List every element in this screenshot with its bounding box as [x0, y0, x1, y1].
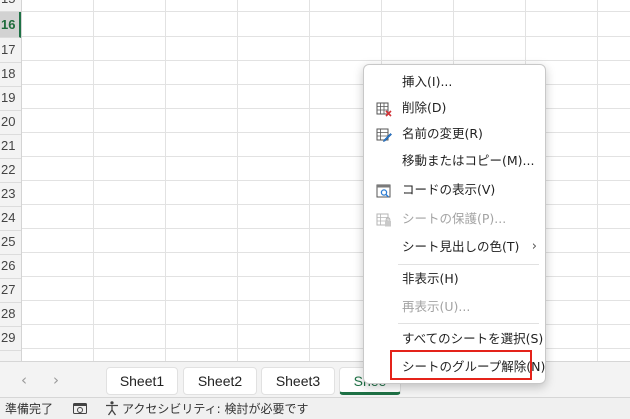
menu-item-move-copy[interactable]: 移動またはコピー(M)... — [368, 148, 543, 174]
scroll-tabs-right-icon[interactable]: › — [46, 370, 66, 390]
menu-item-label: 名前の変更(R) — [402, 126, 483, 141]
row-header-26[interactable]: 26 — [0, 253, 21, 279]
menu-item-label: すべてのシートを選択(S) — [402, 331, 544, 346]
menu-item-label: シート見出しの色(T) — [402, 239, 520, 254]
view-code-icon — [376, 182, 392, 198]
menu-item-tab-color[interactable]: シート見出しの色(T) › — [368, 234, 543, 260]
row-header-22[interactable]: 22 — [0, 157, 21, 183]
menu-item-label: 非表示(H) — [402, 271, 459, 286]
menu-item-insert[interactable]: 挿入(I)... — [368, 69, 543, 95]
row-headers[interactable]: 15 16 17 18 19 20 21 22 23 24 25 26 27 2… — [0, 0, 22, 361]
grid-col-line — [237, 0, 238, 361]
sheet-tab-context-menu: 挿入(I)... 削除(D) 名前の変更(R) 移動またはコピー(M)... コ… — [363, 64, 546, 384]
row-header-18[interactable]: 18 — [0, 61, 21, 87]
menu-item-label: シートのグループ解除(N) — [402, 359, 546, 374]
menu-item-label: 削除(D) — [402, 100, 447, 115]
submenu-chevron-icon: › — [531, 239, 537, 254]
sheet-tab-1[interactable]: Sheet1 — [106, 367, 178, 395]
delete-sheet-icon — [376, 100, 392, 117]
menu-item-delete[interactable]: 削除(D) — [368, 95, 543, 121]
row-header-19[interactable]: 19 — [0, 85, 21, 111]
row-header-27[interactable]: 27 — [0, 277, 21, 303]
row-header-17[interactable]: 17 — [0, 37, 21, 63]
grid-row-line — [22, 60, 630, 61]
macro-record-icon[interactable] — [72, 400, 88, 416]
status-ready: 準備完了 — [5, 402, 54, 416]
menu-item-select-all[interactable]: すべてのシートを選択(S) — [368, 326, 543, 352]
sheet-tab-2[interactable]: Sheet2 — [183, 367, 257, 395]
rename-sheet-icon — [376, 126, 392, 142]
menu-separator — [398, 323, 539, 324]
menu-item-unhide[interactable]: 再表示(U)... — [368, 294, 543, 320]
menu-item-protect[interactable]: シートの保護(P)... — [368, 206, 543, 232]
row-header-29[interactable]: 29 — [0, 325, 21, 351]
row-header-25[interactable]: 25 — [0, 229, 21, 255]
menu-item-label: 移動またはコピー(M)... — [402, 153, 535, 168]
protect-sheet-icon — [376, 211, 392, 227]
row-header-20[interactable]: 20 — [0, 109, 21, 135]
row-header-23[interactable]: 23 — [0, 181, 21, 207]
menu-item-rename[interactable]: 名前の変更(R) — [368, 121, 543, 147]
grid-row-line — [22, 11, 630, 12]
grid-col-line — [309, 0, 310, 361]
menu-item-label: 再表示(U)... — [402, 299, 471, 314]
row-header-21[interactable]: 21 — [0, 133, 21, 159]
scroll-tabs-left-icon[interactable]: ‹ — [14, 370, 34, 390]
menu-item-label: 挿入(I)... — [402, 74, 453, 89]
sheet-tab-3[interactable]: Sheet3 — [261, 367, 335, 395]
grid-col-line — [93, 0, 94, 361]
menu-item-view-code[interactable]: コードの表示(V) — [368, 177, 543, 203]
menu-item-label: コードの表示(V) — [402, 182, 496, 197]
accessibility-icon[interactable] — [104, 400, 120, 416]
menu-item-hide[interactable]: 非表示(H) — [368, 266, 543, 292]
row-header-28[interactable]: 28 — [0, 301, 21, 327]
row-header-15[interactable]: 15 — [0, 0, 21, 12]
menu-item-ungroup[interactable]: シートのグループ解除(N) — [368, 354, 546, 380]
row-header-16[interactable]: 16 — [0, 12, 21, 38]
row-header-24[interactable]: 24 — [0, 205, 21, 231]
menu-separator — [398, 264, 539, 265]
accessibility-status[interactable]: アクセシビリティ: 検討が必要です — [122, 401, 309, 417]
grid-col-line — [597, 0, 598, 361]
status-bar: 準備完了 アクセシビリティ: 検討が必要です — [0, 397, 630, 419]
grid-col-line — [165, 0, 166, 361]
grid-row-line — [22, 36, 630, 37]
menu-item-label: シートの保護(P)... — [402, 211, 507, 226]
